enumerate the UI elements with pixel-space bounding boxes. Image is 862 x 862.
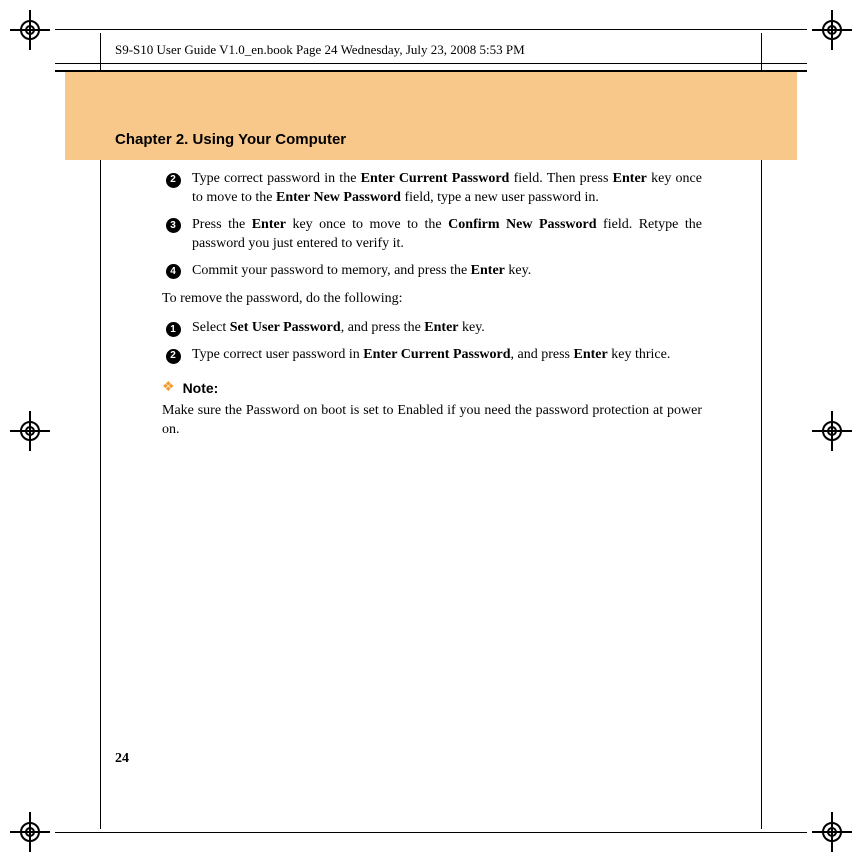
note-label: Note: (183, 379, 219, 398)
page-content: 2 Type correct password in the Enter Cur… (162, 170, 702, 440)
guide-line (55, 63, 807, 64)
step-text: Type correct user password in Enter Curr… (192, 346, 702, 365)
note-icon: ❖ (162, 379, 175, 398)
crop-mark-icon (812, 10, 852, 50)
chapter-title: Chapter 2. Using Your Computer (115, 131, 346, 148)
note-text: Make sure the Password on boot is set to… (162, 402, 702, 440)
step-number-icon: 3 (162, 218, 184, 234)
page-number: 24 (115, 751, 129, 767)
step-text: Commit your password to memory, and pres… (192, 262, 702, 281)
crop-mark-icon (10, 812, 50, 852)
list-item: 1 Select Set User Password, and press th… (162, 319, 702, 338)
guide-line (55, 832, 807, 833)
list-item: 4 Commit your password to memory, and pr… (162, 262, 702, 281)
step-text: Select Set User Password, and press the … (192, 319, 702, 338)
step-number-icon: 1 (162, 321, 184, 337)
step-number-icon: 4 (162, 264, 184, 280)
list-item: 2 Type correct user password in Enter Cu… (162, 346, 702, 365)
chapter-banner: Chapter 2. Using Your Computer (65, 72, 797, 160)
step-text: Type correct password in the Enter Curre… (192, 170, 702, 208)
step-number-icon: 2 (162, 348, 184, 364)
paragraph: To remove the password, do the following… (162, 290, 702, 309)
step-number-icon: 2 (162, 172, 184, 188)
crop-mark-icon (10, 10, 50, 50)
crop-mark-icon (10, 411, 50, 451)
list-item: 3 Press the Enter key once to move to th… (162, 216, 702, 254)
step-text: Press the Enter key once to move to the … (192, 216, 702, 254)
note-block: ❖ Note: Make sure the Password on boot i… (162, 379, 702, 440)
crop-mark-icon (812, 411, 852, 451)
crop-mark-icon (812, 812, 852, 852)
page-header: S9-S10 User Guide V1.0_en.book Page 24 W… (115, 42, 525, 58)
guide-line (55, 29, 807, 30)
list-item: 2 Type correct password in the Enter Cur… (162, 170, 702, 208)
